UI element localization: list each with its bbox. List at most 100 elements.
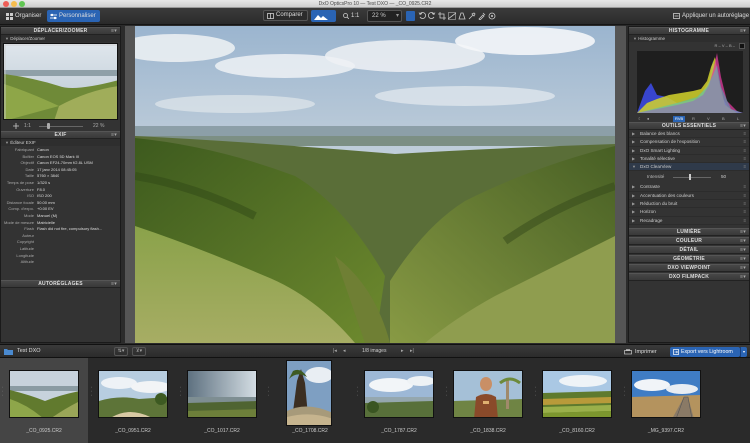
comparer-button[interactable]: Comparer [263,10,308,21]
next-image-button[interactable]: ▸ [401,348,404,354]
exif-list: Fabriquant Canon Boîtier Canon EOS 5D Mark… [1,146,120,266]
tool-menu-icon[interactable]: ≡ [743,147,746,155]
thumbnail-image [286,360,332,426]
rotate-left-icon[interactable] [418,12,426,20]
straighten-icon[interactable] [448,12,456,20]
repair-brush-icon[interactable] [468,12,476,20]
ratio-button[interactable]: 1:1 [340,10,363,22]
sort-button[interactable]: ⇅▾ [114,347,128,356]
panel-menu-icon[interactable]: ≡▾ [740,265,746,272]
tool-menu-icon[interactable]: ≡ [743,208,746,216]
perspective-icon[interactable] [458,12,466,20]
nav-zoom-header[interactable]: DÉPLACER/ZOOMER ≡▾ [1,27,120,35]
navigator-zoom-handle[interactable] [47,123,50,129]
move-icon[interactable] [13,123,19,129]
print-button[interactable]: Imprimer [624,347,657,357]
tool-vibrancy[interactable]: ▶ Accentuation des couleurs ≡ [629,192,749,201]
export-options-button[interactable]: ▾ [740,347,747,357]
navigator-ratio[interactable]: 1:1 [24,123,31,129]
thumbnail[interactable]: • • • _CO_1838.CR2 [444,358,532,443]
tool-crop[interactable]: ▶ Recadrage ≡ [629,217,749,225]
tool-white-balance[interactable]: ▶ Balance des blancs ≡ [629,130,749,139]
section-geometrie[interactable]: GÉOMÉTRIE ≡▾ [629,254,749,263]
tool-contrast[interactable]: ▶ Contraste ≡ [629,183,749,192]
mask-icon[interactable] [488,12,496,20]
tool-menu-icon[interactable]: ≡ [743,138,746,146]
tool-menu-icon[interactable]: ≡ [743,130,746,138]
thumbnail[interactable]: • • • _CO_1787.CR2 [355,358,443,443]
tool-menu-icon[interactable]: ≡ [743,192,746,200]
eyedropper-icon[interactable] [478,12,486,20]
thumbnail-label: _CO_0925.CR2 [26,428,62,434]
panel-menu-icon[interactable]: ≡▾ [740,28,746,35]
panel-menu-icon[interactable]: ≡▾ [740,123,746,130]
navigator-zoom-slider[interactable] [39,126,83,127]
panel-menu-icon[interactable]: ≡▾ [111,281,117,288]
tool-smart-lighting[interactable]: ▶ DxO Smart Lighting ≡ [629,147,749,155]
preview-mode-button[interactable] [311,10,336,22]
image-viewer[interactable] [125,26,626,343]
tool-menu-icon[interactable]: ≡ [743,183,746,191]
panel-menu-icon[interactable]: ≡▾ [740,247,746,254]
tool-exposure[interactable]: ▶ Compensation de l'exposition ≡ [629,138,749,147]
thumbnail[interactable]: • • • _CO_1017.CR2 [178,358,266,443]
section-detail[interactable]: DÉTAIL ≡▾ [629,245,749,254]
thumbnail[interactable]: • • • _MG_9397.CR2 [622,358,710,443]
preview-toggle-button[interactable] [406,11,415,21]
intensity-slider[interactable] [673,177,711,179]
panel-menu-icon[interactable]: ≡▾ [740,274,746,281]
tool-noise-reduction[interactable]: ▶ Réduction du bruit ≡ [629,200,749,209]
zoom-select[interactable]: 22 % ▾ [367,10,402,22]
filter-icon: ⊻▾ [135,348,143,354]
panel-menu-icon[interactable]: ≡▾ [740,229,746,236]
navigator-preview[interactable] [3,43,118,120]
tool-menu-icon[interactable]: ≡ [743,217,746,225]
thumbnail[interactable]: • • • _CO_8160.CR2 [533,358,621,443]
panel-menu-icon[interactable]: ≡▾ [111,132,117,139]
nav-zoom-subheader[interactable]: ▼ Déplacer/Zoomer [1,35,120,42]
tool-clearview[interactable]: ▼ DxO ClearView ≡ [629,163,749,172]
filter-button[interactable]: ⊻▾ [132,347,146,356]
tool-menu-icon[interactable]: ≡ [743,163,746,171]
first-image-button[interactable]: |◂ [333,348,337,354]
section-lumiere[interactable]: LUMIÈRE ≡▾ [629,227,749,236]
rotate-right-icon[interactable] [428,12,436,20]
exif-row: Taille 5760 × 3840 [24,173,60,179]
previous-image-button[interactable]: ◂ [343,348,346,354]
histogram-subheader[interactable]: ▼ Histogramme [629,35,749,42]
tool-selective-tone[interactable]: ▶ Tonalité sélective ≡ [629,155,749,164]
last-image-button[interactable]: ▸| [410,348,414,354]
organiser-tab[interactable]: Organiser [3,10,45,22]
thumbnail[interactable]: • • • _CO_0925.CR2 [0,358,88,443]
panel-menu-icon[interactable]: ≡▾ [740,256,746,263]
exif-row: Mode Manuel (M) [23,212,58,218]
crop-icon[interactable] [438,12,446,20]
tool-menu-icon[interactable]: ≡ [743,200,746,208]
chevron-right-icon: ▶ [632,147,636,153]
thumbnail-image [98,370,168,418]
tool-menu-icon[interactable]: ≡ [743,155,746,163]
panel-menu-icon[interactable]: ≡▾ [111,28,117,35]
section-dxo-viewpoint[interactable]: DXO VIEWPOINT ≡▾ [629,263,749,272]
navigator-zoom-value[interactable]: 22 % [93,123,104,129]
histogram-header[interactable]: HISTOGRAMME ≡▾ [629,27,749,35]
auto-apply-icon [673,13,680,19]
thumbnail[interactable]: • • • _CO_0951.CR2 [89,358,177,443]
section-couleur[interactable]: COULEUR ≡▾ [629,236,749,245]
essential-tools-header[interactable]: OUTILS ESSENTIELS ≡▾ [629,122,749,130]
export-lightroom-button[interactable]: Export vers Lightroom [670,347,740,357]
intensity-value[interactable]: 50 [721,174,726,179]
auto-apply-button[interactable]: Appliquer un autoréglage ▾ [670,10,750,22]
thumbnail[interactable]: • • • _CO_1708.CR2 [266,358,354,443]
autoreglages-header[interactable]: AUTORÉGLAGES ≡▾ [1,280,120,288]
section-dxo-filmpack[interactable]: DXO FILMPACK ≡▾ [629,272,749,281]
tool-horizon[interactable]: ▶ Horizon ≡ [629,208,749,217]
thumbnail-image [187,370,257,418]
exif-header[interactable]: EXIF ≡▾ [1,131,120,139]
panel-menu-icon[interactable]: ≡▾ [740,238,746,245]
thumbnail-label: _CO_1838.CR2 [470,428,506,434]
intensity-slider-handle[interactable] [689,174,691,181]
exif-subheader[interactable]: ▼ Éditeur EXIF [1,139,120,146]
personnaliser-tab[interactable]: Personnaliser [47,10,100,22]
chevron-right-icon: ▶ [632,192,636,198]
